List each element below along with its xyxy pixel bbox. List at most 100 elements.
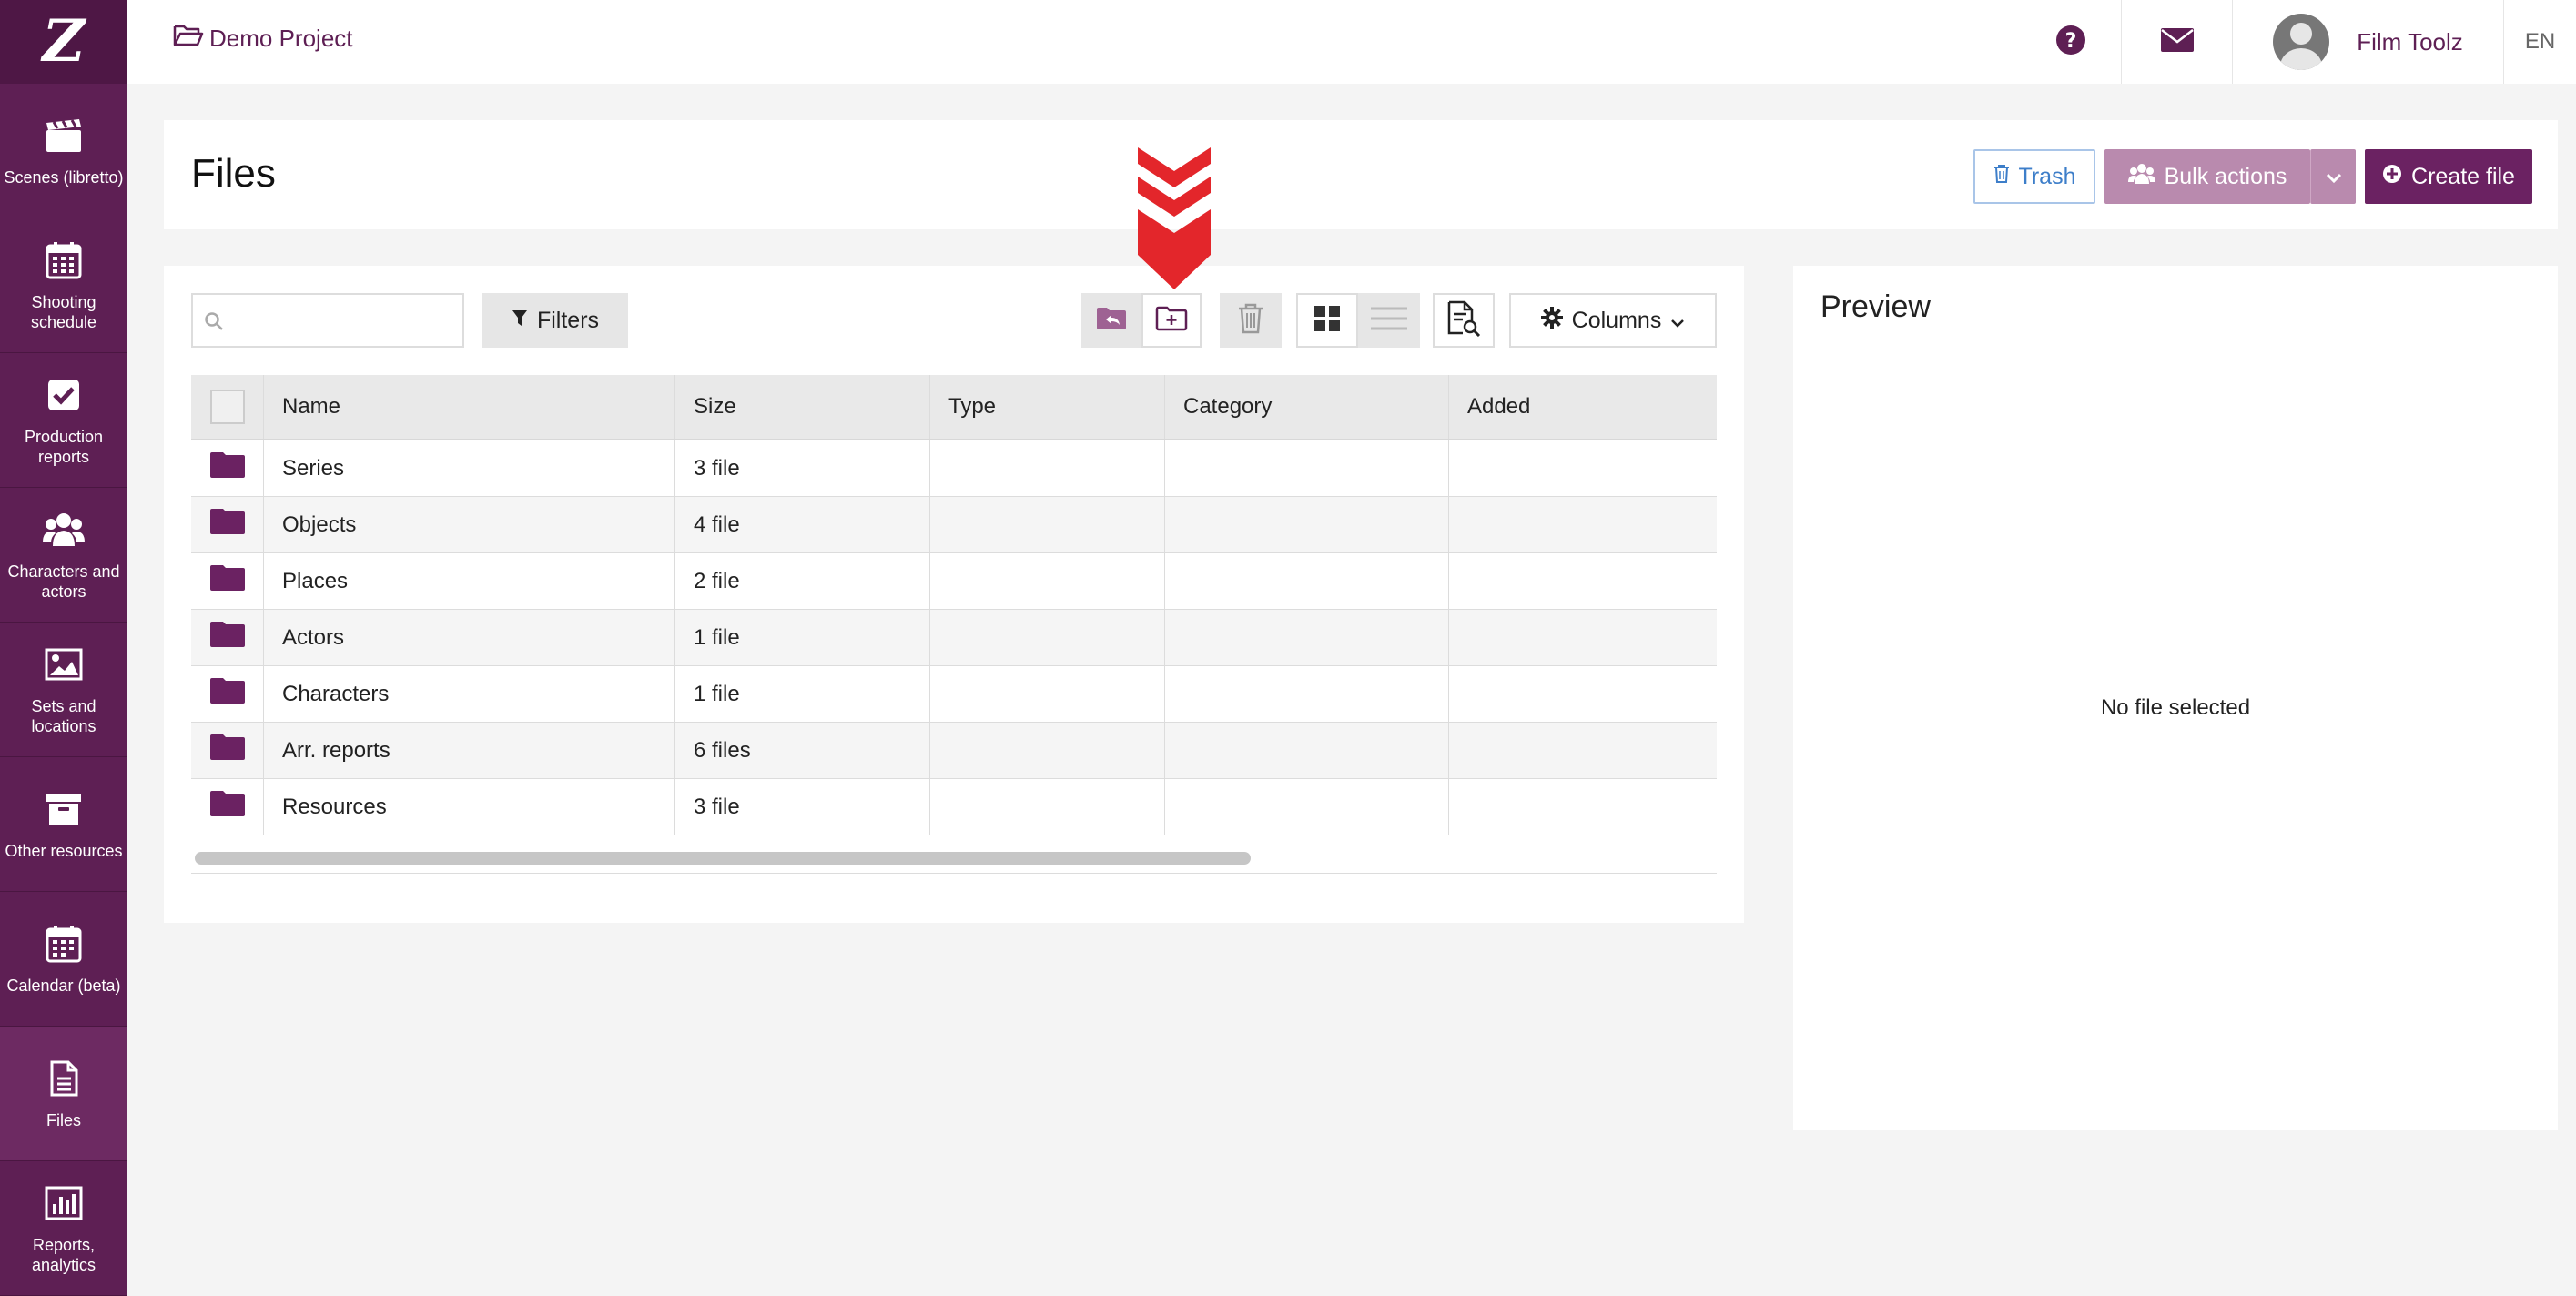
page-header: Files Trash Bulk actions Create file bbox=[164, 120, 2558, 229]
sidebar-item-sets-locations[interactable]: Sets and locations bbox=[0, 623, 127, 757]
cell-type bbox=[930, 610, 1165, 665]
sidebar-item-label: Shooting schedule bbox=[30, 292, 97, 331]
app-logo[interactable]: Z bbox=[0, 0, 127, 84]
parent-folder-button[interactable] bbox=[1081, 293, 1141, 348]
scrollbar-thumb[interactable] bbox=[195, 852, 1251, 865]
sidebar-item-calendar[interactable]: Calendar (beta) bbox=[0, 892, 127, 1027]
annotation-arrow-icon bbox=[1138, 147, 1211, 289]
column-header-size[interactable]: Size bbox=[675, 375, 930, 439]
files-table: Name Size Type Category Added Series 3 f… bbox=[191, 375, 1717, 835]
sidebar-item-other-resources[interactable]: Other resources bbox=[0, 757, 127, 892]
chevron-down-icon bbox=[1670, 308, 1685, 334]
checkbox-icon bbox=[43, 374, 85, 416]
filter-icon bbox=[512, 308, 528, 334]
cell-type bbox=[930, 723, 1165, 778]
filters-button[interactable]: Filters bbox=[482, 293, 628, 348]
cell-added bbox=[1449, 666, 1717, 722]
cell-category bbox=[1165, 610, 1449, 665]
gear-icon bbox=[1540, 306, 1563, 335]
horizontal-scrollbar[interactable] bbox=[191, 846, 1717, 874]
folder-icon-cell bbox=[191, 779, 264, 835]
create-file-button[interactable]: Create file bbox=[2365, 149, 2532, 204]
sidebar-item-label: Production reports bbox=[24, 427, 104, 466]
table-row[interactable]: Places 2 file bbox=[191, 553, 1717, 610]
plus-circle-icon bbox=[2382, 164, 2402, 190]
messages-button[interactable] bbox=[2121, 0, 2232, 84]
list-view-button[interactable] bbox=[1358, 293, 1420, 348]
sidebar-item-characters-actors[interactable]: Characters and actors bbox=[0, 488, 127, 623]
sidebar-item-scenes[interactable]: Scenes (libretto) bbox=[0, 84, 127, 218]
sidebar-item-reports-analytics[interactable]: Reports, analytics bbox=[0, 1161, 127, 1296]
table-row[interactable]: Actors 1 file bbox=[191, 610, 1717, 666]
topbar: Demo Project ? Film Toolz EN bbox=[127, 0, 2576, 84]
table-row[interactable]: Objects 4 file bbox=[191, 497, 1717, 553]
language-selector[interactable]: EN bbox=[2503, 0, 2576, 84]
calendar-grid-icon bbox=[43, 239, 85, 281]
search-input[interactable] bbox=[233, 302, 451, 339]
envelope-icon bbox=[2160, 27, 2195, 57]
sidebar-item-label: Reports, analytics bbox=[31, 1235, 96, 1274]
document-icon bbox=[43, 1058, 85, 1099]
table-row[interactable]: Arr. reports 6 files bbox=[191, 723, 1717, 779]
folder-icon-cell bbox=[191, 723, 264, 778]
cell-name: Objects bbox=[264, 497, 675, 552]
question-circle-icon: ? bbox=[2055, 25, 2086, 60]
columns-button[interactable]: Columns bbox=[1509, 293, 1717, 348]
archive-box-icon bbox=[43, 788, 85, 830]
folder-icon-cell bbox=[191, 610, 264, 665]
sidebar-item-label: Scenes (libretto) bbox=[4, 167, 124, 187]
bulk-actions-button[interactable]: Bulk actions bbox=[2104, 149, 2310, 204]
cell-added bbox=[1449, 440, 1717, 496]
folder-icon bbox=[209, 564, 246, 598]
help-button[interactable]: ? bbox=[2021, 0, 2121, 84]
project-name: Demo Project bbox=[209, 25, 353, 52]
preview-toggle-button[interactable] bbox=[1433, 293, 1495, 348]
cell-type bbox=[930, 440, 1165, 496]
search-icon bbox=[204, 311, 224, 336]
avatar bbox=[2273, 14, 2330, 70]
trash-button[interactable]: Trash bbox=[1973, 149, 2095, 204]
delete-button[interactable] bbox=[1220, 293, 1282, 348]
cell-name: Places bbox=[264, 553, 675, 609]
sidebar-item-production-reports[interactable]: Production reports bbox=[0, 353, 127, 488]
cell-added bbox=[1449, 723, 1717, 778]
folder-icon bbox=[209, 790, 246, 824]
sidebar-item-label: Files bbox=[46, 1110, 81, 1129]
folder-plus-icon bbox=[1155, 306, 1188, 336]
cell-type bbox=[930, 779, 1165, 835]
grid-view-button[interactable] bbox=[1296, 293, 1358, 348]
cell-size: 6 files bbox=[675, 723, 930, 778]
table-row[interactable]: Characters 1 file bbox=[191, 666, 1717, 723]
bulk-actions-dropdown-toggle[interactable] bbox=[2310, 149, 2356, 204]
cell-type bbox=[930, 553, 1165, 609]
cell-added bbox=[1449, 553, 1717, 609]
trash-icon bbox=[1993, 164, 2010, 190]
cell-type bbox=[930, 497, 1165, 552]
page-title: Files bbox=[191, 151, 276, 196]
cell-name: Series bbox=[264, 440, 675, 496]
search-box[interactable] bbox=[191, 293, 464, 348]
language-label: EN bbox=[2524, 29, 2556, 54]
column-header-type[interactable]: Type bbox=[930, 375, 1165, 439]
table-row[interactable]: Resources 3 file bbox=[191, 779, 1717, 835]
select-all-checkbox[interactable] bbox=[209, 390, 245, 424]
cell-category bbox=[1165, 723, 1449, 778]
cell-size: 1 file bbox=[675, 610, 930, 665]
svg-text:?: ? bbox=[2065, 30, 2077, 53]
sidebar-item-label: Other resources bbox=[5, 841, 123, 860]
sidebar-item-shooting-schedule[interactable]: Shooting schedule bbox=[0, 218, 127, 353]
user-menu[interactable]: Film Toolz bbox=[2232, 0, 2503, 84]
trash-label: Trash bbox=[2018, 163, 2076, 189]
sidebar-item-files[interactable]: Files bbox=[0, 1027, 127, 1161]
new-folder-button[interactable] bbox=[1141, 293, 1202, 348]
grid-icon bbox=[1313, 305, 1341, 337]
cell-size: 3 file bbox=[675, 440, 930, 496]
column-header-category[interactable]: Category bbox=[1165, 375, 1449, 439]
column-header-added[interactable]: Added bbox=[1449, 375, 1717, 439]
cell-size: 4 file bbox=[675, 497, 930, 552]
project-link[interactable]: Demo Project bbox=[173, 24, 353, 54]
table-row[interactable]: Series 3 file bbox=[191, 440, 1717, 497]
cell-category bbox=[1165, 440, 1449, 496]
column-header-name[interactable]: Name bbox=[264, 375, 675, 439]
file-search-icon bbox=[1446, 300, 1481, 341]
